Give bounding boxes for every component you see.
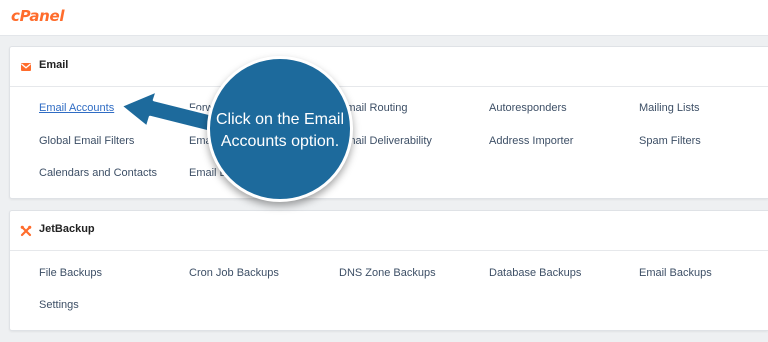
link-dns-zone-backups[interactable]: DNS Zone Backups	[339, 267, 436, 279]
link-autoresponders[interactable]: Autoresponders	[489, 102, 567, 114]
email-section-header[interactable]: Email	[10, 47, 768, 87]
link-global-email-filters[interactable]: Global Email Filters	[39, 135, 134, 147]
callout-text: Click on the Email Accounts option.	[215, 111, 345, 150]
link-mailing-lists[interactable]: Mailing Lists	[639, 102, 700, 114]
link-email-accounts[interactable]: Email Accounts	[39, 102, 114, 114]
link-settings[interactable]: Settings	[39, 299, 79, 311]
jetbackup-section-title: JetBackup	[39, 223, 95, 235]
link-email-backups[interactable]: Email Backups	[639, 267, 712, 279]
link-address-importer[interactable]: Address Importer	[489, 135, 573, 147]
top-bar: cPanel	[0, 0, 768, 36]
link-calendars-and-contacts[interactable]: Calendars and Contacts	[39, 167, 157, 179]
jetbackup-section-header[interactable]: JetBackup	[10, 211, 768, 251]
tools-icon	[20, 225, 32, 237]
link-database-backups[interactable]: Database Backups	[489, 267, 581, 279]
link-email-deliverability[interactable]: Email Deliverability	[339, 135, 432, 147]
link-file-backups[interactable]: File Backups	[39, 267, 102, 279]
link-spam-filters[interactable]: Spam Filters	[639, 135, 701, 147]
email-section: Email Email Accounts Forwarders Email Ro…	[9, 46, 768, 199]
envelope-icon	[21, 63, 31, 71]
link-cron-job-backups[interactable]: Cron Job Backups	[189, 267, 279, 279]
jetbackup-section: JetBackup File Backups Cron Job Backups …	[9, 210, 768, 331]
cpanel-logo[interactable]: cPanel	[11, 7, 65, 25]
email-section-title: Email	[39, 59, 69, 71]
